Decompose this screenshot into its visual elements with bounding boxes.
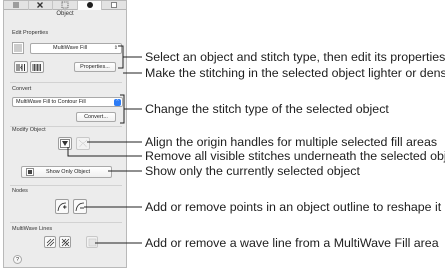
annotation-show-only: Show only the currently selected object [145, 164, 360, 178]
annotation-align-origin: Align the origin handles for multiple se… [145, 135, 438, 149]
annotation-lighter-denser: Make the stitching in the selected objec… [145, 66, 445, 80]
annotation-select-object: Select an object and stitch type, then e… [145, 50, 445, 64]
leader-line [118, 45, 124, 69]
leader-line [120, 94, 125, 124]
annotation-wave-line: Add or remove a wave line from a MultiWa… [145, 236, 439, 250]
annotation-remove-stitches: Remove all visible stitches underneath t… [145, 149, 445, 163]
annotation-nodes: Add or remove points in an object outlin… [145, 200, 442, 214]
annotation-change-stitch-type: Change the stitch type of the selected o… [145, 102, 389, 116]
leader-line [67, 147, 142, 157]
